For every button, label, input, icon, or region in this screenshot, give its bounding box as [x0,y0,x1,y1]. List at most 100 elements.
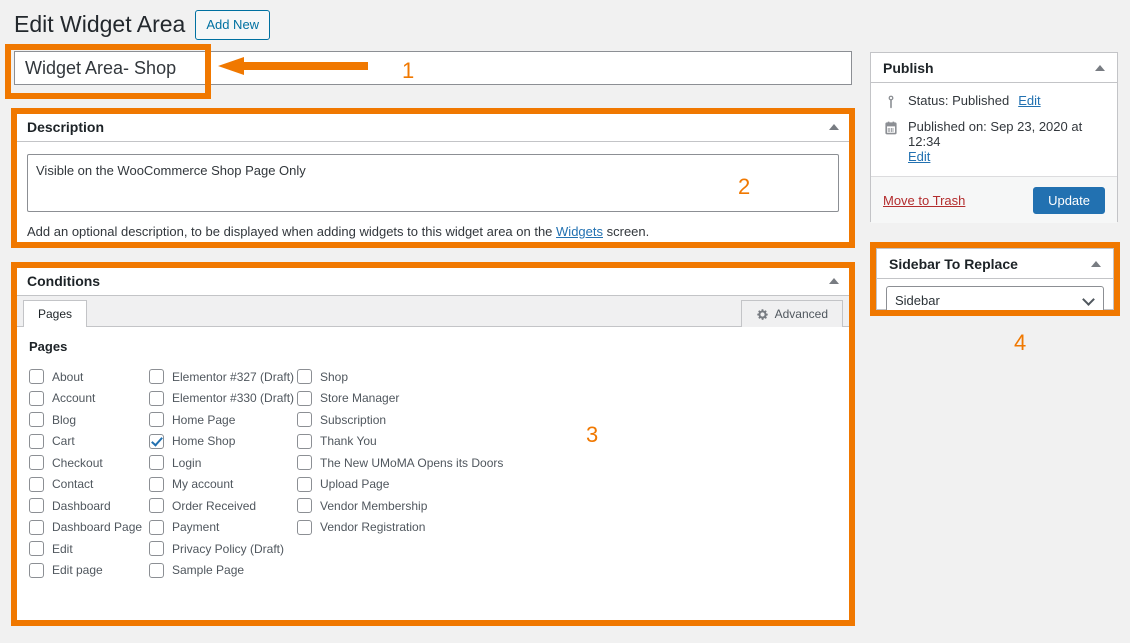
page-condition-label: Elementor #327 (Draft) [172,369,295,384]
description-hint-before: Add an optional description, to be displ… [27,224,557,239]
page-condition-row[interactable]: Cart [29,431,149,453]
checkbox-icon[interactable] [29,390,44,406]
publish-panel-title: Publish [883,59,934,76]
page-condition-row[interactable]: Edit page [29,560,149,582]
page-condition-label: My account [172,477,234,492]
collapse-caret-icon[interactable] [829,123,839,130]
page-condition-row[interactable]: Subscription [297,409,557,431]
checkbox-icon[interactable] [297,433,312,449]
page-condition-label: Home Shop [172,434,236,449]
update-button[interactable]: Update [1033,186,1105,214]
page-title: Edit Widget Area [14,11,186,37]
checkbox-icon[interactable] [29,412,44,428]
conditions-panel: Conditions Pages Advanced Pages About Acc… [14,265,852,623]
page-condition-row[interactable]: Dashboard Page [29,517,149,539]
move-to-trash-link[interactable]: Move to Trash [883,193,965,208]
collapse-caret-icon[interactable] [829,277,839,284]
description-panel-title: Description [27,118,105,135]
checkbox-icon[interactable] [297,519,312,535]
checkbox-icon[interactable] [149,412,164,428]
page-condition-label: Store Manager [320,391,400,406]
tab-pages[interactable]: Pages [23,300,88,327]
checkbox-icon[interactable] [297,498,312,514]
collapse-caret-icon[interactable] [1091,260,1101,267]
description-panel: Description Add an optional description,… [14,111,852,245]
page-condition-row[interactable]: Sample Page [149,560,297,582]
publish-actions: Move to Trash Update [871,176,1117,223]
checkbox-icon[interactable] [149,455,164,471]
checkbox-icon[interactable] [149,541,164,557]
collapse-caret-icon[interactable] [1095,64,1105,71]
description-textarea[interactable] [27,154,839,212]
page-condition-row[interactable]: Shop [297,366,557,388]
checkbox-icon[interactable] [297,412,312,428]
checkbox-icon[interactable] [149,390,164,406]
page-condition-label: About [52,369,84,384]
page-condition-row[interactable]: Order Received [149,495,297,517]
checkbox-icon[interactable] [29,562,44,578]
checkbox-icon[interactable] [297,369,312,385]
annotation-number-4: 4 [1014,330,1027,355]
widgets-link[interactable]: Widgets [556,224,603,239]
checkbox-icon[interactable] [29,519,44,535]
conditions-tab-bar: Pages Advanced [15,296,851,327]
checkbox-icon[interactable] [297,455,312,471]
page-condition-row[interactable]: Checkout [29,452,149,474]
checkbox-icon[interactable] [149,562,164,578]
page-condition-label: Payment [172,520,220,535]
page-condition-row[interactable]: My account [149,474,297,496]
page-condition-row[interactable]: Store Manager [297,388,557,410]
page-condition-row[interactable]: Account [29,388,149,410]
publish-date-edit-link[interactable]: Edit [908,149,930,164]
sidebar-select[interactable]: Sidebar [886,286,1104,314]
page-condition-row[interactable]: Privacy Policy (Draft) [149,538,297,560]
page-condition-row[interactable]: Elementor #330 (Draft) [149,388,297,410]
page-condition-row[interactable]: Thank You [297,431,557,453]
checkbox-icon[interactable] [297,476,312,492]
checkbox-icon[interactable] [149,476,164,492]
page-condition-row[interactable]: Dashboard [29,495,149,517]
page-condition-label: Home Page [172,412,236,427]
publish-date-row: Published on: Sep 23, 2020 at 12:34 Edit [871,119,1117,164]
checkbox-icon[interactable] [149,498,164,514]
checkbox-icon[interactable] [29,476,44,492]
pages-column-1: About Account Blog Cart Checkout Contact Dashb… [29,366,149,581]
publish-status-edit-link[interactable]: Edit [1018,93,1040,108]
publish-meta: Status: Published Edit Published on: Sep… [871,83,1117,176]
pages-column-2: Elementor #327 (Draft) Elementor #330 (Dr… [149,366,297,581]
publish-date-text: Published on: Sep 23, 2020 at 12:34 Edit [908,119,1105,164]
page-condition-row[interactable]: Home Shop [149,431,297,453]
description-panel-header: Description [15,112,851,142]
checkbox-icon[interactable] [29,455,44,471]
page-condition-row[interactable]: About [29,366,149,388]
checkbox-checked-icon[interactable] [149,433,164,449]
checkbox-icon[interactable] [149,519,164,535]
checkbox-icon[interactable] [29,433,44,449]
page-condition-label: Edit page [52,563,103,578]
page-condition-row[interactable]: Home Page [149,409,297,431]
page-condition-row[interactable]: Vendor Membership [297,495,557,517]
page-condition-label: Upload Page [320,477,390,492]
page-condition-row[interactable]: Payment [149,517,297,539]
checkbox-icon[interactable] [29,369,44,385]
checkbox-icon[interactable] [297,390,312,406]
page-condition-row[interactable]: Blog [29,409,149,431]
add-new-button[interactable]: Add New [195,10,271,40]
page-condition-row[interactable]: Elementor #327 (Draft) [149,366,297,388]
widget-area-title-input[interactable] [15,52,851,84]
page-condition-label: Subscription [320,412,387,427]
page-condition-row[interactable]: Upload Page [297,474,557,496]
sidebar-select-wrapper: Sidebar [877,279,1113,321]
checkbox-icon[interactable] [149,369,164,385]
sidebar-to-replace-panel: Sidebar To Replace Sidebar [876,248,1114,314]
publish-status-label: Status: Published [908,93,1010,108]
page-condition-row[interactable]: The New UMoMA Opens its Doors [297,452,557,474]
checkbox-icon[interactable] [29,498,44,514]
checkbox-icon[interactable] [29,541,44,557]
page-condition-row[interactable]: Login [149,452,297,474]
tab-advanced[interactable]: Advanced [740,300,843,327]
page-condition-row[interactable]: Vendor Registration [297,517,557,539]
page-condition-row[interactable]: Contact [29,474,149,496]
sidebar-replace-title: Sidebar To Replace [889,255,1018,272]
page-condition-row[interactable]: Edit [29,538,149,560]
